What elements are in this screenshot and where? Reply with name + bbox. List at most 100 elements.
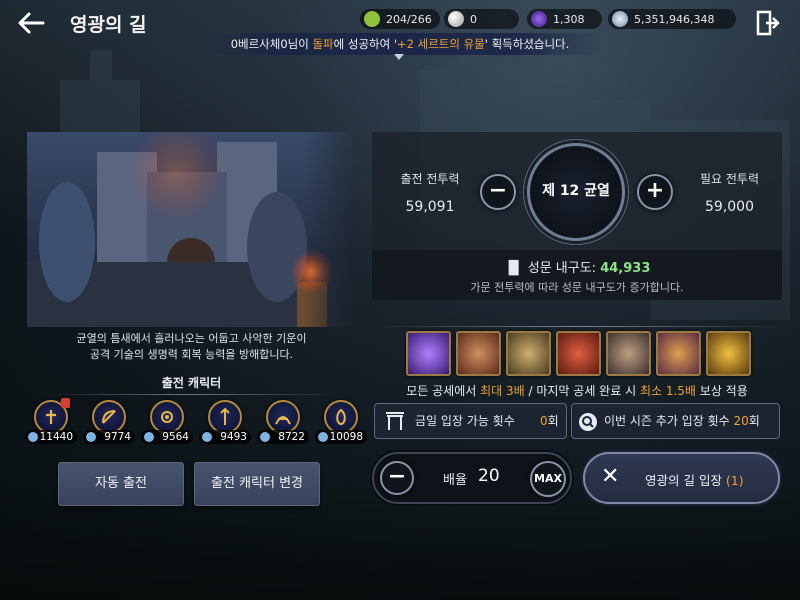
gate-durability-label: 성문 내구도: [527,261,601,276]
bonus-highlight: 최소 1.5배 [639,384,696,398]
unit-label: 회 [748,414,760,428]
unit-label: 회 [547,414,559,428]
today-entries-value: 0 [540,414,548,428]
page-title: 영광의 길 [70,14,147,36]
witch-class-icon [324,400,358,434]
power-value: 9564 [162,431,189,443]
system-notice-banner: 0베르사체0님이 돌파에 성공하여 '+2 세르트의 유물' 획득하셨습니다. [200,33,600,55]
gate-durability-hint: 가문 전투력에 따라 성문 내구도가 증가합니다. [470,281,684,294]
power-icon [28,432,38,442]
notice-expand-arrow-icon[interactable] [394,54,404,60]
sorceress-class-icon [150,400,184,434]
archer-class-icon [92,400,126,434]
lancer-class-icon [208,400,242,434]
rift-increase-button[interactable]: + [637,174,673,210]
stamina-icon [364,11,380,27]
resource-value: 5,351,946,348 [634,12,715,26]
resource-pearl: 0 [444,9,519,29]
multiplier-label: 배율 [443,473,467,488]
season-entries-label: 이번 시즌 추가 입장 횟수 [604,414,730,428]
description-line: 공격 기술의 생명력 회복 능력을 방해합니다. [89,348,294,361]
character-power: 11440 [25,430,77,444]
search-icon [579,413,597,431]
exit-door-icon[interactable] [756,10,780,36]
power-value: 9774 [104,431,131,443]
character-slot[interactable]: 10098 [313,398,369,448]
bonus-text: / 마지막 공세 완료 시 [524,384,640,398]
gate-durability-value: 44,933 [600,261,651,276]
crystal-icon [531,11,547,27]
enter-count: (1) [725,473,744,488]
character-slot[interactable]: 9493 [197,398,253,448]
notice-text: 0베르사체0님이 [230,37,313,51]
character-power: 8722 [257,430,309,444]
red-chest-icon[interactable] [556,331,601,376]
enter-label: 영광의 길 입장 [645,473,726,488]
power-value: 8722 [278,431,305,443]
multiplier-max-button[interactable]: MAX [530,461,566,497]
auto-deploy-button[interactable]: 자동 출전 [58,462,184,506]
silver-coin-icon [612,11,628,27]
reward-bonus-text: 모든 공세에서 최대 3배 / 마지막 공세 완료 시 최소 1.5배 보상 적… [372,382,782,399]
resource-value: 1,308 [553,12,585,26]
pearl-icon [448,11,464,27]
gate-icon [386,412,404,430]
power-icon [86,432,96,442]
crossed-swords-icon: ✕ [601,464,620,489]
my-power-value: 59,091 [405,199,455,215]
power-value: 9493 [220,431,247,443]
character-slot[interactable]: 9564 [139,398,195,448]
character-power: 10098 [315,430,367,444]
compass-icon[interactable] [506,331,551,376]
lock-icon [61,398,70,408]
section-title-characters: 출전 캐릭터 [161,376,222,390]
bronze-emblem-icon[interactable] [456,331,501,376]
power-value: 11440 [39,431,73,443]
character-power: 9564 [141,430,193,444]
power-icon [202,432,212,442]
character-slot[interactable]: 11440 [23,398,79,448]
silver-chest-icon[interactable] [606,331,651,376]
power-icon [260,432,270,442]
bonus-text: 모든 공세에서 [406,384,481,398]
resource-value: 204/266 [386,12,432,26]
character-power: 9774 [83,430,135,444]
rift-level-label: 제 12 균열 [542,183,610,199]
power-icon [144,432,154,442]
back-arrow-icon[interactable] [16,8,46,38]
enter-button-label: 영광의 길 입장 (1) [645,470,744,489]
today-entries-count: 0회 [540,404,559,438]
required-power-label: 필요 전투력 [699,172,759,186]
resource-value: 0 [470,12,477,26]
notice-text: 에 성공하여 ' [333,37,398,51]
purple-crystal-icon[interactable] [406,331,451,376]
season-entries-box[interactable]: 이번 시즌 추가 입장 횟수 20회 [571,403,780,439]
character-slot[interactable]: 9774 [81,398,137,448]
bonus-text: 보상 적용 [695,384,748,398]
change-characters-button[interactable]: 출전 캐릭터 변경 [194,462,320,506]
rift-decrease-button[interactable]: − [480,174,516,210]
character-power: 9493 [199,430,251,444]
multiplier-value: 20 [478,466,500,486]
gate-durability: ▐▌ 성문 내구도: 44,933 [372,257,782,276]
resource-silver: 5,351,946,348 [608,9,736,29]
description-line: 균열의 틈새에서 흘러나오는 어둡고 사악한 기운이 [76,332,307,345]
rift-description: 균열의 틈새에서 흘러나오는 어둡고 사악한 기운이 공격 기술의 생명력 회복… [30,331,353,363]
gold-trophy-icon[interactable] [706,331,751,376]
multiplier-decrease-button[interactable]: − [380,461,414,495]
power-icon [318,432,328,442]
resource-stamina: 204/266 [360,9,440,29]
gate-icon: ▐▌ [503,261,524,276]
today-entries-label: 금일 입장 가능 횟수 [415,414,515,428]
rift-scene-illustration [27,132,355,327]
power-value: 10098 [329,431,363,443]
ranger-class-icon [266,400,300,434]
notice-item: +2 세르트의 유물 [397,37,485,51]
character-slot[interactable]: 8722 [255,398,311,448]
bonus-highlight: 최대 3배 [480,384,525,398]
gem-pouch-icon[interactable] [656,331,701,376]
my-power-label: 출전 전투력 [400,172,460,186]
season-entries-value: 20 [733,414,749,428]
divider [372,326,782,327]
character-list: 11440 9774 9564 9493 8722 10098 [20,398,367,448]
